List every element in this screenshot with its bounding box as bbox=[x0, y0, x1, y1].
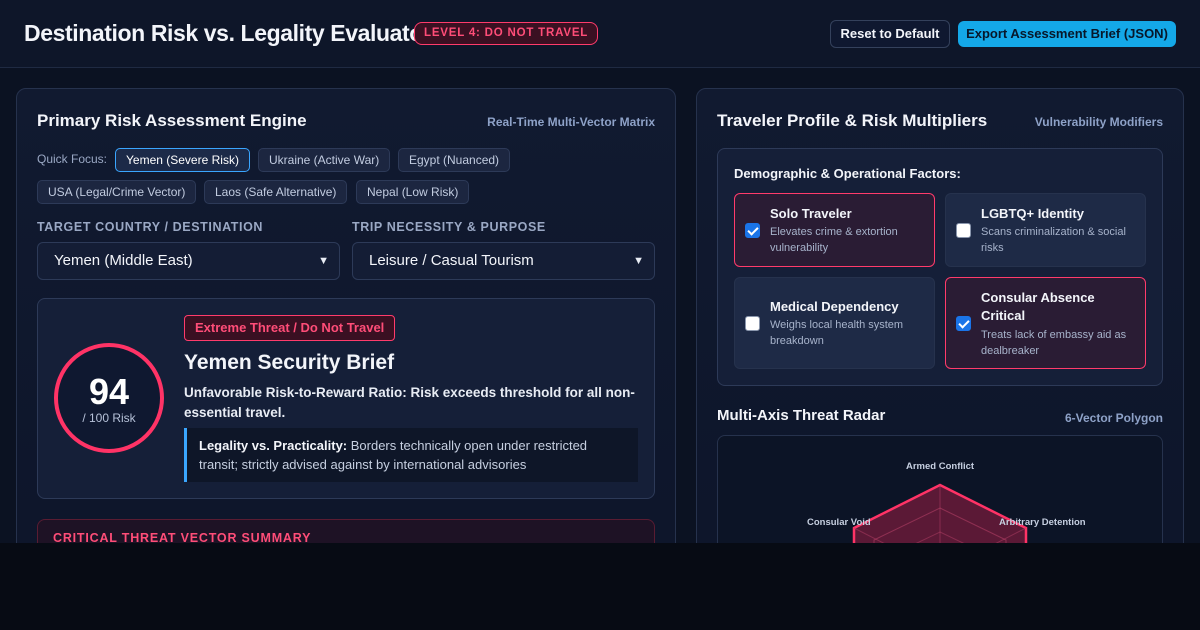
advisory-level-badge: LEVEL 4: DO NOT TRAVEL bbox=[414, 22, 599, 45]
factor-medical-dependency[interactable]: Medical Dependency Weighs local health s… bbox=[734, 277, 935, 369]
lgbtq-identity-checkbox[interactable] bbox=[956, 223, 971, 238]
traveler-profile-panel: Traveler Profile & Risk Multipliers Vuln… bbox=[696, 88, 1184, 543]
factor-desc: Weighs local health system breakdown bbox=[770, 319, 904, 347]
panel-subtitle: Real-Time Multi-Vector Matrix bbox=[487, 115, 655, 129]
factor-name: LGBTQ+ Identity bbox=[981, 206, 1084, 221]
factor-name: Consular Absence Critical bbox=[981, 290, 1095, 323]
factor-solo-traveler[interactable]: Solo Traveler Elevates crime & extortion… bbox=[734, 193, 935, 267]
brief-verdict: Unfavorable Risk-to-Reward Ratio: Risk e… bbox=[184, 385, 635, 420]
chip-yemen[interactable]: Yemen (Severe Risk) bbox=[115, 148, 250, 172]
risk-score-label: / 100 Risk bbox=[82, 411, 136, 425]
app-viewport: Destination Risk vs. Legality Evaluator … bbox=[0, 0, 1200, 543]
purpose-select-value: Leisure / Casual Tourism bbox=[369, 252, 534, 269]
factor-desc: Elevates crime & extortion vulnerability bbox=[770, 226, 898, 254]
radar-axis-label: Armed Conflict bbox=[906, 461, 975, 472]
legality-note: Legality vs. Practicality: Borders techn… bbox=[184, 428, 638, 482]
panel-title: Traveler Profile & Risk Multipliers bbox=[717, 111, 988, 130]
risk-score-value: 94 bbox=[88, 371, 130, 412]
factor-name: Medical Dependency bbox=[770, 299, 899, 314]
panel-subtitle: Vulnerability Modifiers bbox=[1034, 115, 1163, 129]
chip-nepal[interactable]: Nepal (Low Risk) bbox=[356, 180, 470, 204]
country-select-value: Yemen (Middle East) bbox=[54, 252, 193, 269]
chip-egypt[interactable]: Egypt (Nuanced) bbox=[398, 148, 511, 172]
threat-vector-summary: CRITICAL THREAT VECTOR SUMMARY bbox=[37, 519, 655, 543]
medical-dependency-checkbox[interactable] bbox=[745, 316, 760, 331]
factor-consular-absence[interactable]: Consular Absence Critical Treats lack of… bbox=[945, 277, 1146, 369]
security-brief-card: 94 / 100 Risk Extreme Threat / Do Not Tr… bbox=[37, 298, 655, 499]
legality-note-label: Legality vs. Practicality: bbox=[199, 438, 348, 453]
chevron-down-icon: ▼ bbox=[633, 255, 644, 267]
radar-chart bbox=[852, 483, 1028, 543]
chip-laos[interactable]: Laos (Safe Alternative) bbox=[204, 180, 348, 204]
app-title: Destination Risk vs. Legality Evaluator bbox=[24, 20, 432, 46]
brief-title: Yemen Security Brief bbox=[184, 351, 395, 374]
factor-desc: Treats lack of embassy aid as dealbreake… bbox=[981, 329, 1127, 357]
reset-button[interactable]: Reset to Default bbox=[830, 20, 950, 48]
quick-focus-label: Quick Focus: bbox=[37, 152, 108, 166]
radar-axis-label: Arbitrary Detention bbox=[999, 517, 1086, 528]
chip-usa[interactable]: USA (Legal/Crime Vector) bbox=[37, 180, 197, 204]
factors-title: Demographic & Operational Factors: bbox=[734, 166, 961, 181]
country-field-label: TARGET COUNTRY / DESTINATION bbox=[37, 220, 264, 234]
chevron-down-icon: ▼ bbox=[318, 255, 329, 267]
country-select[interactable]: Yemen (Middle East) ▼ bbox=[37, 242, 340, 280]
export-json-button[interactable]: Export Assessment Brief (JSON) bbox=[958, 21, 1176, 47]
panel-title: Primary Risk Assessment Engine bbox=[37, 111, 307, 130]
summary-title: CRITICAL THREAT VECTOR SUMMARY bbox=[53, 531, 312, 543]
threat-level-badge: Extreme Threat / Do Not Travel bbox=[184, 315, 396, 341]
radar-axis-label: Consular Void bbox=[807, 517, 871, 528]
purpose-select[interactable]: Leisure / Casual Tourism ▼ bbox=[352, 242, 655, 280]
factors-card: Demographic & Operational Factors: Solo … bbox=[717, 148, 1163, 386]
chip-ukraine[interactable]: Ukraine (Active War) bbox=[258, 148, 391, 172]
radar-subtitle: 6-Vector Polygon bbox=[1064, 411, 1163, 425]
threat-radar: Armed Conflict Arbitrary Detention Consu… bbox=[717, 435, 1163, 543]
solo-traveler-checkbox[interactable] bbox=[745, 223, 760, 238]
consular-absence-checkbox[interactable] bbox=[956, 316, 971, 331]
factor-desc: Scans criminalization & social risks bbox=[981, 226, 1126, 254]
radar-title: Multi-Axis Threat Radar bbox=[717, 407, 886, 424]
factor-lgbtq-identity[interactable]: LGBTQ+ Identity Scans criminalization & … bbox=[945, 193, 1146, 267]
risk-score-gauge: 94 / 100 Risk bbox=[54, 343, 164, 453]
factor-name: Solo Traveler bbox=[770, 206, 852, 221]
app-header: Destination Risk vs. Legality Evaluator … bbox=[0, 0, 1200, 68]
purpose-field-label: TRIP NECESSITY & PURPOSE bbox=[352, 220, 546, 234]
risk-engine-panel: Primary Risk Assessment Engine Real-Time… bbox=[16, 88, 676, 543]
